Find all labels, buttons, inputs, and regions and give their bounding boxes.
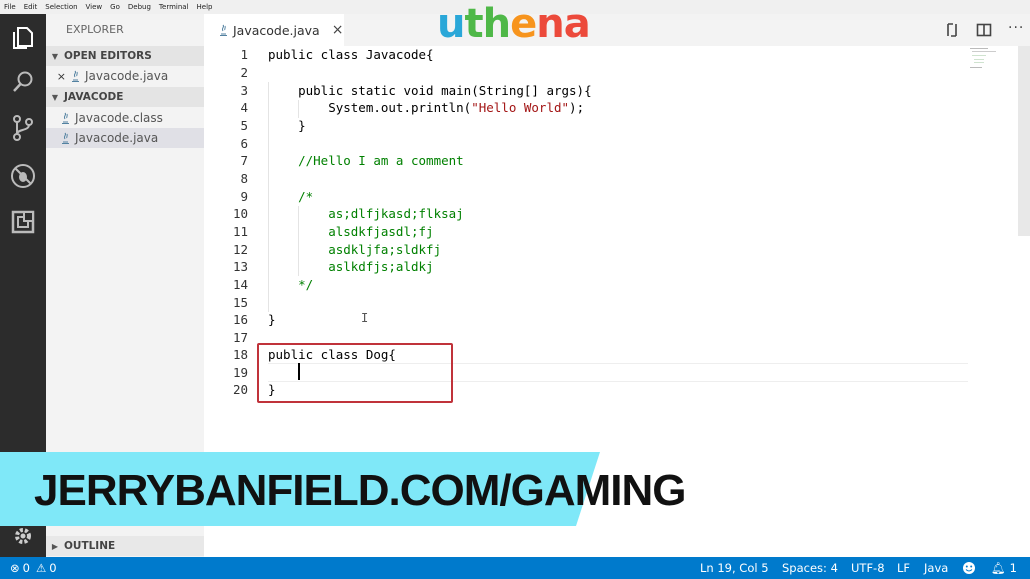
notifications[interactable]: 🔔︎ 1	[991, 557, 1017, 579]
outline-label: OUTLINE	[64, 540, 116, 552]
open-editors-label: OPEN EDITORS	[64, 50, 152, 62]
chevron-right-icon: ▶	[51, 541, 59, 551]
menu-view[interactable]: View	[82, 3, 107, 11]
line-number: 2	[240, 65, 248, 80]
line-number: 4	[240, 100, 248, 115]
code-comment: as;dlfjkasd;flksaj	[268, 206, 464, 221]
warning-count: 0	[49, 561, 57, 575]
tab-javacode[interactable]: Javacode.java ×	[204, 14, 344, 46]
ibeam-cursor-icon: I	[361, 311, 369, 325]
line-number: 10	[232, 206, 248, 221]
file-label: Javacode.java	[75, 131, 159, 145]
minimap[interactable]	[966, 46, 1006, 86]
code-line: }	[268, 312, 276, 327]
uthena-logo: uthena	[437, 1, 591, 47]
menu-debug[interactable]: Debug	[124, 3, 155, 11]
editor-tabs: Javacode.java × ···	[204, 14, 1030, 46]
menu-file[interactable]: File	[0, 3, 20, 11]
code-comment: aslkdfjs;aldkj	[268, 259, 434, 274]
open-editor-item[interactable]: × Javacode.java	[46, 66, 204, 86]
open-editors-header[interactable]: ▼ OPEN EDITORS	[46, 46, 204, 66]
cursor-position[interactable]: Ln 19, Col 5	[700, 557, 769, 579]
chevron-down-icon: ▼	[51, 92, 59, 102]
menu-help[interactable]: Help	[193, 3, 217, 11]
folder-header[interactable]: ▼ JAVACODE	[46, 87, 204, 107]
code-comment: //Hello I am a comment	[268, 153, 464, 168]
line-number: 18	[232, 347, 248, 362]
language-mode[interactable]: Java	[924, 557, 948, 579]
split-editor-icon[interactable]	[976, 22, 992, 42]
menu-terminal[interactable]: Terminal	[155, 3, 193, 11]
java-file-icon	[62, 112, 69, 124]
compare-changes-icon[interactable]	[944, 22, 960, 42]
warning-icon: ⚠	[35, 561, 47, 575]
error-icon: ⊗	[10, 561, 20, 575]
file-label: Javacode.class	[75, 111, 163, 125]
tab-label: Javacode.java	[233, 22, 320, 38]
line-number: 3	[240, 83, 248, 98]
line-number: 15	[232, 295, 248, 310]
line-number: 1	[240, 47, 248, 62]
source-control-icon[interactable]	[0, 108, 46, 148]
error-count: 0	[22, 561, 30, 575]
open-editor-label: Javacode.java	[85, 69, 169, 83]
java-file-icon	[220, 24, 227, 36]
encoding[interactable]: UTF-8	[851, 557, 885, 579]
code-comment: /*	[268, 189, 314, 204]
line-number: 20	[232, 382, 248, 397]
extensions-icon[interactable]	[0, 202, 46, 242]
feedback-icon[interactable]	[962, 557, 976, 579]
java-file-icon	[72, 70, 79, 82]
chevron-down-icon: ▼	[51, 51, 59, 61]
debug-icon[interactable]	[0, 156, 46, 196]
file-item-class[interactable]: Javacode.class	[46, 108, 204, 128]
more-actions-icon[interactable]: ···	[1008, 20, 1024, 36]
end-of-line[interactable]: LF	[897, 557, 910, 579]
line-number: 12	[232, 242, 248, 257]
code-comment: alsdkfjasdl;fj	[268, 224, 434, 239]
line-number: 5	[240, 118, 248, 133]
problems-indicator[interactable]: ⊗ 0 ⚠ 0	[10, 557, 57, 579]
line-number: 8	[240, 171, 248, 186]
folder-label: JAVACODE	[64, 91, 124, 103]
notification-count: 1	[1009, 561, 1017, 575]
outline-header[interactable]: ▶ OUTLINE	[46, 536, 204, 556]
highlight-box	[257, 343, 453, 403]
vertical-scrollbar[interactable]	[1018, 46, 1030, 236]
line-number: 9	[240, 189, 248, 204]
line-number: 7	[240, 153, 248, 168]
line-number: 14	[232, 277, 248, 292]
menu-selection[interactable]: Selection	[41, 3, 81, 11]
menu-go[interactable]: Go	[106, 3, 124, 11]
code-line: System.out.println("Hello World");	[268, 100, 585, 115]
line-number: 16	[232, 312, 248, 327]
explorer-icon[interactable]	[0, 18, 46, 58]
close-icon[interactable]: ×	[46, 70, 66, 83]
promo-banner-text: JERRYBANFIELD.COM/GAMING	[34, 466, 686, 515]
status-bar: ⊗ 0 ⚠ 0 Ln 19, Col 5 Spaces: 4 UTF-8 LF …	[0, 557, 1030, 579]
java-file-icon	[62, 132, 69, 144]
line-number: 19	[232, 365, 248, 380]
code-line: }	[268, 118, 306, 133]
line-number: 6	[240, 136, 248, 151]
line-number: 17	[232, 330, 248, 345]
search-icon[interactable]	[0, 62, 46, 102]
menu-edit[interactable]: Edit	[20, 3, 42, 11]
code-line: public static void main(String[] args){	[268, 83, 592, 98]
line-number: 11	[232, 224, 248, 239]
code-line: public class Javacode{	[268, 47, 434, 62]
bell-icon: 🔔︎	[991, 561, 1006, 575]
file-item-java[interactable]: Javacode.java	[46, 128, 204, 148]
code-comment: asdkljfa;sldkfj	[268, 242, 442, 257]
code-comment: */	[268, 277, 314, 292]
close-icon[interactable]: ×	[332, 22, 344, 38]
line-number: 13	[232, 259, 248, 274]
sidebar-title: EXPLORER	[66, 23, 124, 36]
indentation[interactable]: Spaces: 4	[782, 557, 838, 579]
